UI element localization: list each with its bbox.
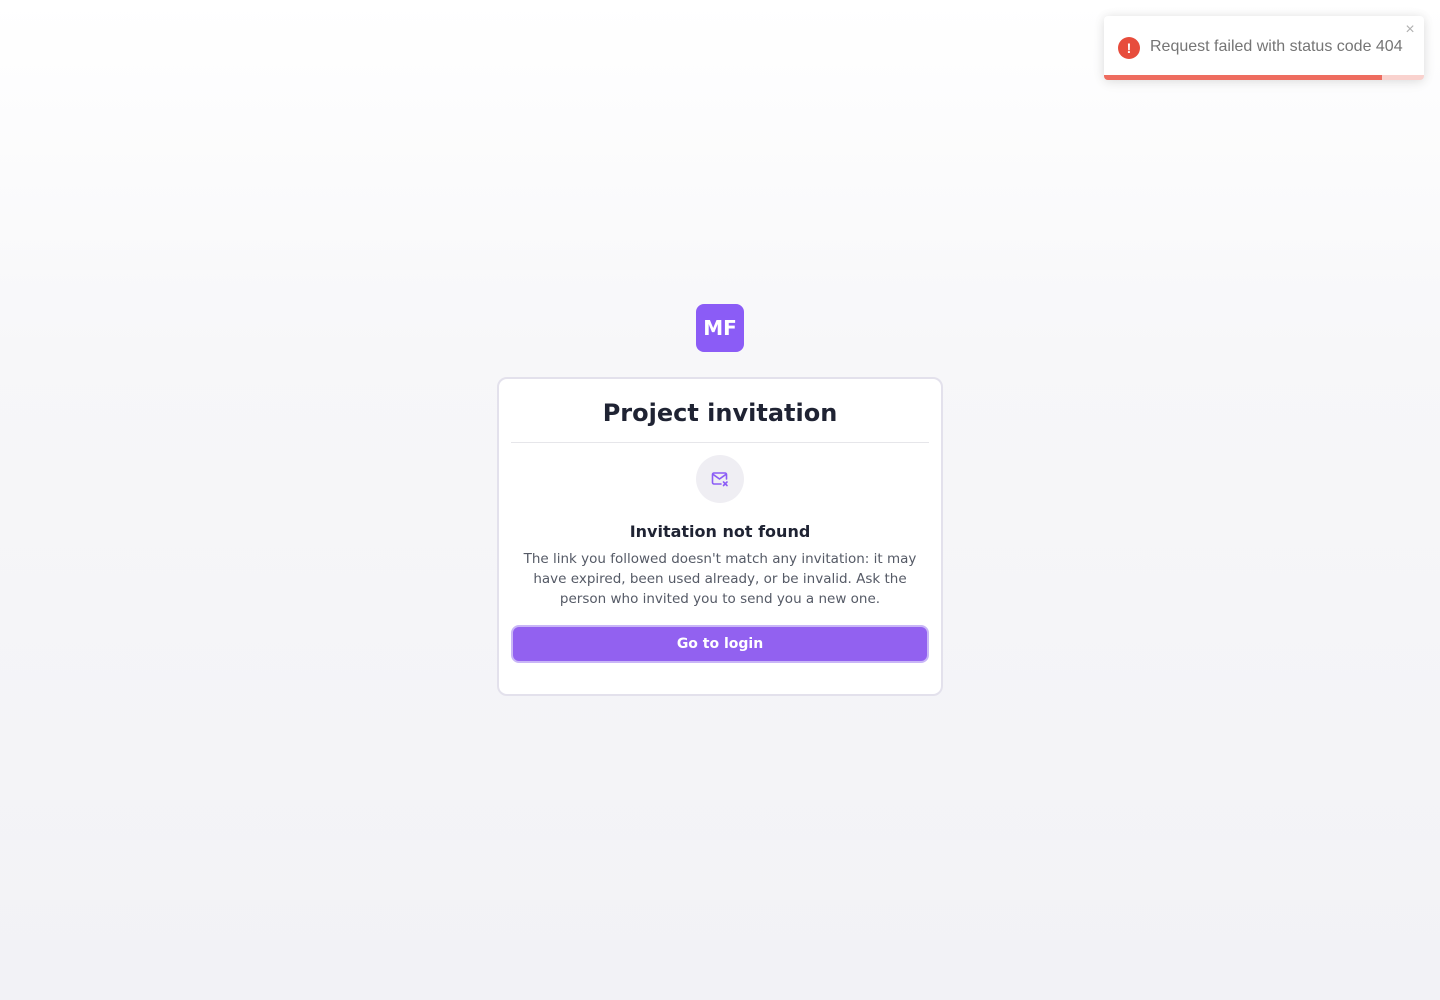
error-icon: ! <box>1118 37 1140 59</box>
mail-x-icon <box>696 455 744 503</box>
go-to-login-button[interactable]: Go to login <box>511 625 929 663</box>
error-toast: ! Request failed with status code 404 × <box>1104 16 1424 80</box>
subtitle: Invitation not found <box>629 522 811 541</box>
divider <box>511 442 929 443</box>
invitation-card: Project invitation Invitation not found … <box>497 377 943 696</box>
app-logo: MF <box>696 304 744 352</box>
description: The link you followed doesn't match any … <box>523 551 917 607</box>
close-icon[interactable]: × <box>1402 20 1418 40</box>
toast-progress-bar <box>1104 75 1383 80</box>
toast-message: Request failed with status code 404 <box>1150 38 1403 55</box>
card-title: Project invitation <box>602 399 838 427</box>
